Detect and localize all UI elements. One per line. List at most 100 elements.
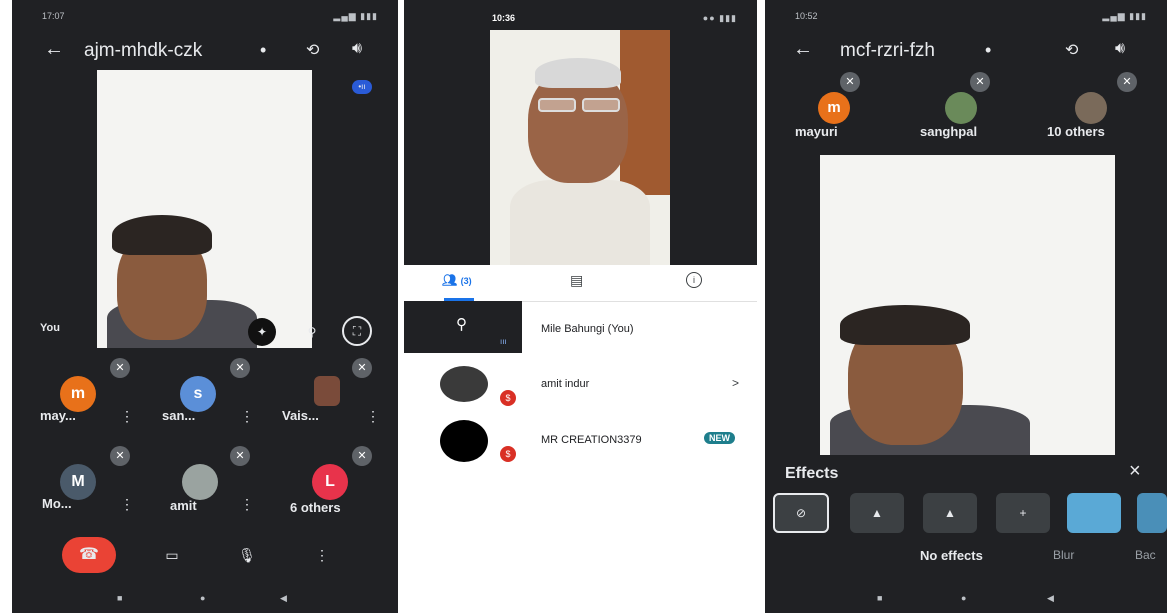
participant-name: amit indur bbox=[541, 378, 590, 390]
status-bar: 17:07 ▂▄▆ ▮▮▮ bbox=[12, 8, 398, 26]
participant-name: sanghpal bbox=[920, 124, 978, 139]
back-nav-icon[interactable]: ◀ bbox=[280, 593, 287, 604]
people-icon: 👥︎ bbox=[442, 273, 458, 287]
participant-name: MR CREATION3379 bbox=[541, 434, 642, 446]
background-option[interactable] bbox=[1067, 493, 1121, 533]
info-icon[interactable]: i bbox=[686, 272, 702, 288]
person-icon: ▲ bbox=[871, 506, 883, 520]
participant-name: may... bbox=[40, 408, 76, 423]
chat-icon[interactable]: ▤ bbox=[570, 272, 583, 289]
effects-title: Effects bbox=[785, 465, 839, 482]
participant-tile[interactable]: ✕ Vais... ⋮ bbox=[274, 358, 384, 438]
avatar bbox=[182, 464, 218, 500]
add-effect-option[interactable]: + bbox=[996, 493, 1050, 533]
participant-tile[interactable]: ✕ amit ⋮ bbox=[152, 446, 262, 526]
new-badge: NEW bbox=[704, 432, 735, 444]
participant-name: amit bbox=[170, 498, 197, 513]
speaking-indicator-icon: ııı bbox=[500, 337, 507, 346]
chevron-right-icon[interactable]: > bbox=[732, 376, 739, 390]
microphone-icon[interactable]: 🎙︎ bbox=[232, 541, 262, 569]
phone-screen-1: 17:07 ▂▄▆ ▮▮▮ ← ajm-mhdk-czk • ⟲ 🔊︎ •ıı … bbox=[12, 0, 398, 613]
no-effects-option[interactable]: ⊘ bbox=[773, 493, 829, 533]
status-icons: ▂▄▆ ▮▮▮ bbox=[333, 11, 378, 21]
avatar bbox=[440, 366, 488, 402]
mic-off-icon: ✕ bbox=[110, 446, 130, 466]
slight-blur-option[interactable]: ▲ bbox=[850, 493, 904, 533]
background-option-partial[interactable] bbox=[1137, 493, 1167, 533]
avatar: m bbox=[60, 376, 96, 412]
status-time: 10:52 bbox=[795, 11, 818, 21]
dropdown-dot-icon[interactable]: • bbox=[260, 40, 266, 61]
meeting-code[interactable]: mcf-rzri-fzh bbox=[840, 40, 935, 62]
more-options-icon[interactable]: ⋮ bbox=[120, 496, 134, 513]
more-options-icon[interactable]: ⋮ bbox=[240, 408, 254, 425]
pin-icon[interactable]: ⚲ bbox=[302, 318, 322, 346]
back-arrow-icon[interactable]: ← bbox=[44, 38, 64, 61]
participant-row[interactable]: $ MR CREATION3379 NEW bbox=[404, 414, 757, 464]
mic-off-icon: ✕ bbox=[352, 446, 372, 466]
mic-off-icon: ✕ bbox=[352, 358, 372, 378]
participant-chip[interactable]: ✕ m mayuri bbox=[790, 72, 880, 142]
speaker-icon[interactable]: 🔊︎ bbox=[352, 40, 362, 58]
status-time: 17:07 bbox=[42, 11, 65, 21]
speaker-icon[interactable]: 🔊︎ bbox=[1115, 40, 1125, 58]
mic-off-icon: ✕ bbox=[1117, 72, 1137, 92]
participant-chip[interactable]: ✕ 10 others bbox=[1045, 72, 1155, 142]
person-icon: ▲ bbox=[944, 506, 956, 520]
more-options-icon[interactable]: ⋮ bbox=[120, 408, 134, 425]
app-bar: ← ajm-mhdk-czk • ⟲ 🔊︎ bbox=[12, 30, 398, 70]
dropdown-dot-icon[interactable]: • bbox=[985, 40, 991, 61]
participant-tile[interactable]: m ✕ may... ⋮ bbox=[32, 358, 142, 438]
more-options-icon[interactable]: ⋮ bbox=[240, 496, 254, 513]
back-arrow-icon[interactable]: ← bbox=[793, 38, 813, 61]
blur-option[interactable]: ▲ bbox=[923, 493, 977, 533]
self-video[interactable] bbox=[820, 155, 1115, 455]
avatar bbox=[1075, 92, 1107, 124]
participant-tile[interactable]: s ✕ san... ⋮ bbox=[152, 358, 262, 438]
mic-off-icon: ✕ bbox=[970, 72, 990, 92]
avatar: L bbox=[312, 464, 348, 500]
phone-screen-3: 10:52 ▂▄▆ ▮▮▮ ← mcf-rzri-fzh • ⟲ 🔊︎ ✕ m … bbox=[765, 0, 1167, 613]
blur-label: Blur bbox=[1053, 548, 1075, 562]
people-count: (3) bbox=[460, 276, 472, 286]
mic-off-icon: ✕ bbox=[230, 446, 250, 466]
mic-off-icon: $ bbox=[500, 390, 516, 406]
no-effects-icon: ⊘ bbox=[795, 506, 807, 520]
participant-name: 10 others bbox=[1047, 124, 1105, 139]
status-bar: 10:52 ▂▄▆ ▮▮▮ bbox=[765, 8, 1167, 26]
participant-name: mayuri bbox=[795, 124, 838, 139]
more-options-icon[interactable]: ⋮ bbox=[366, 408, 380, 425]
participant-tile[interactable]: L ✕ 6 others bbox=[274, 446, 384, 526]
back-nav-icon[interactable]: ◀ bbox=[1047, 593, 1054, 604]
meeting-code[interactable]: ajm-mhdk-czk bbox=[84, 40, 202, 62]
home-icon[interactable]: ● bbox=[961, 593, 966, 603]
recent-apps-icon[interactable]: ■ bbox=[117, 593, 122, 603]
participant-row[interactable]: $ amit indur > bbox=[404, 358, 757, 408]
switch-camera-icon[interactable]: ⟲ bbox=[1065, 40, 1078, 60]
avatar: m bbox=[818, 92, 850, 124]
camera-icon[interactable]: ▭ bbox=[157, 541, 187, 569]
participant-tile[interactable]: M ✕ Mo... ⋮ bbox=[32, 446, 142, 526]
effects-icon[interactable]: ✦ bbox=[248, 318, 276, 346]
participant-row[interactable]: ⚲ ııı Mile Bahungi (You) bbox=[404, 301, 757, 353]
home-icon[interactable]: ● bbox=[200, 593, 205, 603]
app-bar: ← mcf-rzri-fzh • ⟲ 🔊︎ bbox=[765, 30, 1167, 70]
speaking-indicator-icon: •ıı bbox=[352, 80, 372, 94]
more-options-icon[interactable]: ⋮ bbox=[307, 541, 337, 569]
participant-video[interactable] bbox=[490, 30, 670, 265]
participant-chip[interactable]: ✕ sanghpal bbox=[915, 72, 1015, 142]
plus-icon: + bbox=[1019, 506, 1027, 520]
fullscreen-icon[interactable]: ⛶ bbox=[342, 316, 372, 346]
close-icon[interactable]: × bbox=[1129, 460, 1141, 483]
system-nav-bar: ■ ● ◀ bbox=[765, 593, 1167, 607]
recent-apps-icon[interactable]: ■ bbox=[877, 593, 882, 603]
self-video[interactable] bbox=[97, 70, 312, 348]
end-call-button[interactable]: ☎ bbox=[62, 537, 116, 573]
tab-people[interactable]: 👥︎ (3) bbox=[442, 273, 472, 287]
tab-bar: 👥︎ (3) ▤ i bbox=[404, 265, 757, 302]
switch-camera-icon[interactable]: ⟲ bbox=[306, 40, 319, 60]
status-icons: ●● ▮▮▮ bbox=[702, 13, 737, 23]
mic-off-icon: ✕ bbox=[840, 72, 860, 92]
mic-off-icon: $ bbox=[500, 446, 516, 462]
pin-icon[interactable]: ⚲ bbox=[456, 315, 467, 333]
